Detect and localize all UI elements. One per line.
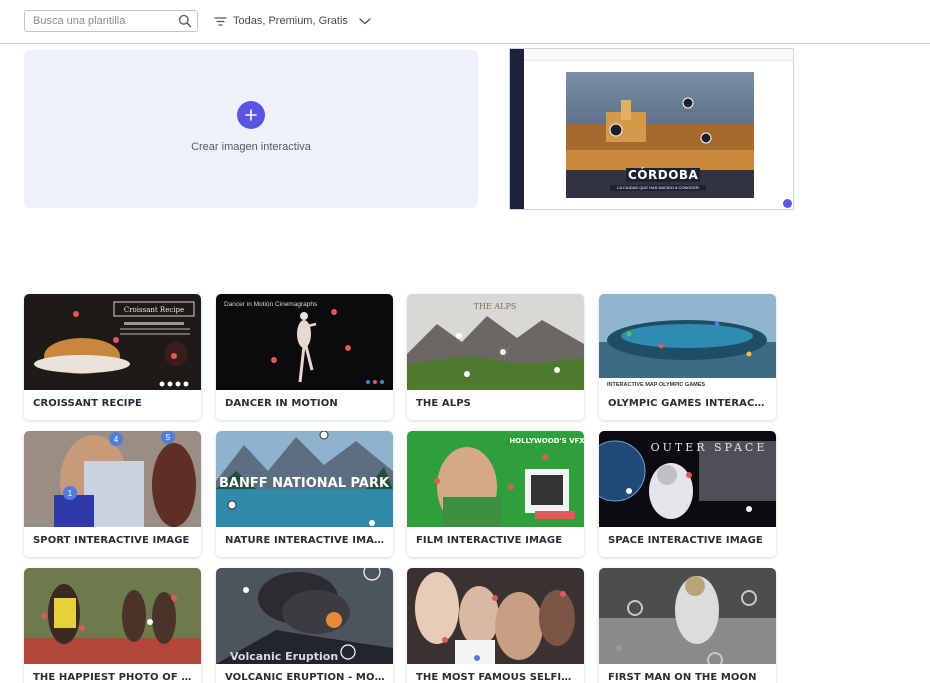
top-toolbar: Todas, Premium, Gratis: [0, 0, 930, 44]
template-title: THE MOST FAMOUS SELFIE IN ...: [416, 672, 576, 683]
template-card[interactable]: HOLLYWOOD'S VFX FILM INTERACTIVE IMAGE: [407, 431, 584, 557]
template-thumbnail: BANFF NATIONAL PARK: [216, 431, 393, 527]
template-card[interactable]: Croissant Recipe CROISSANT RECIPE: [24, 294, 201, 420]
template-thumbnail: INTERACTIVE MAP OLYMPIC GAMES: [599, 294, 776, 390]
svg-text:Volcanic Eruption: Volcanic Eruption: [230, 650, 338, 663]
template-card[interactable]: Volcanic Eruption VOLCANIC ERUPTION - MO…: [216, 568, 393, 683]
template-card[interactable]: FIRST MAN ON THE MOON: [599, 568, 776, 683]
search-icon[interactable]: [178, 14, 192, 28]
svg-text:HOLLYWOOD'S VFX: HOLLYWOOD'S VFX: [509, 437, 584, 445]
template-card[interactable]: THE MOST FAMOUS SELFIE IN ...: [407, 568, 584, 683]
filter-icon: [214, 16, 227, 26]
template-title: THE ALPS: [416, 398, 471, 409]
template-title: FIRST MAN ON THE MOON: [608, 672, 757, 683]
template-thumbnail: OUTER SPACE: [599, 431, 776, 527]
template-filter-dropdown[interactable]: Todas, Premium, Gratis: [214, 11, 372, 31]
filter-label: Todas, Premium, Gratis: [233, 15, 348, 27]
create-interactive-image-label[interactable]: Crear imagen interactiva: [24, 141, 478, 153]
preview-subtitle: LA CIUDAD QUE HAS NACIDO A CONOCER: [610, 185, 706, 191]
chevron-down-icon: [359, 18, 371, 25]
template-title: SPACE INTERACTIVE IMAGE: [608, 535, 763, 546]
template-card[interactable]: THE HAPPIEST PHOTO OF USA...: [24, 568, 201, 683]
editor-toolbar: [524, 49, 793, 61]
template-title: NATURE INTERACTIVE IMAGE: [225, 535, 385, 546]
template-thumbnail: Croissant Recipe: [24, 294, 201, 390]
preview-title: CÓRDOBA: [626, 168, 701, 182]
template-thumbnail: THE ALPS: [407, 294, 584, 390]
svg-text:5: 5: [166, 433, 171, 442]
template-title: OLYMPIC GAMES INTERACTIVE ...: [608, 398, 768, 409]
svg-text:THE ALPS: THE ALPS: [474, 302, 517, 311]
svg-text:Dancer in Motion Cinemagraphs: Dancer in Motion Cinemagraphs: [224, 301, 318, 308]
svg-text:OUTER SPACE: OUTER SPACE: [651, 441, 768, 454]
template-title: CROISSANT RECIPE: [33, 398, 142, 409]
template-card[interactable]: Dancer in Motion Cinemagraphs DANCER IN …: [216, 294, 393, 420]
template-title: FILM INTERACTIVE IMAGE: [416, 535, 563, 546]
template-card[interactable]: OUTER SPACE SPACE INTERACTIVE IMAGE: [599, 431, 776, 557]
template-card[interactable]: INTERACTIVE MAP OLYMPIC GAMES OLYMPIC GA…: [599, 294, 776, 420]
template-title: THE HAPPIEST PHOTO OF USA...: [33, 672, 193, 683]
template-thumbnail: Dancer in Motion Cinemagraphs: [216, 294, 393, 390]
template-title: VOLCANIC ERUPTION - MOUNT...: [225, 672, 385, 683]
svg-text:BANFF NATIONAL PARK: BANFF NATIONAL PARK: [219, 476, 390, 491]
search-box[interactable]: [24, 10, 198, 32]
add-icon[interactable]: [237, 101, 265, 129]
editor-sidebar: [510, 49, 524, 209]
editor-preview-thumbnail[interactable]: CÓRDOBA LA CIUDAD QUE HAS NACIDO A CONOC…: [509, 48, 794, 210]
template-card[interactable]: THE ALPS THE ALPS: [407, 294, 584, 420]
template-title: DANCER IN MOTION: [225, 398, 338, 409]
template-card[interactable]: BANFF NATIONAL PARK NATURE INTERACTIVE I…: [216, 431, 393, 557]
template-thumbnail: [24, 568, 201, 664]
create-interactive-image-card[interactable]: [24, 50, 478, 208]
svg-text:INTERACTIVE MAP OLYMPIC GAMES: INTERACTIVE MAP OLYMPIC GAMES: [607, 382, 705, 388]
template-card[interactable]: 4 5 1 SPORT INTERACTIVE IMAGE: [24, 431, 201, 557]
template-thumbnail: 4 5 1: [24, 431, 201, 527]
svg-text:Croissant Recipe: Croissant Recipe: [124, 306, 184, 314]
search-input[interactable]: [25, 11, 175, 31]
svg-text:4: 4: [114, 435, 119, 444]
template-title: SPORT INTERACTIVE IMAGE: [33, 535, 190, 546]
template-thumbnail: [599, 568, 776, 664]
chat-icon: [783, 199, 792, 208]
svg-text:1: 1: [68, 489, 73, 498]
template-thumbnail: [407, 568, 584, 664]
template-thumbnail: HOLLYWOOD'S VFX: [407, 431, 584, 527]
template-thumbnail: Volcanic Eruption: [216, 568, 393, 664]
